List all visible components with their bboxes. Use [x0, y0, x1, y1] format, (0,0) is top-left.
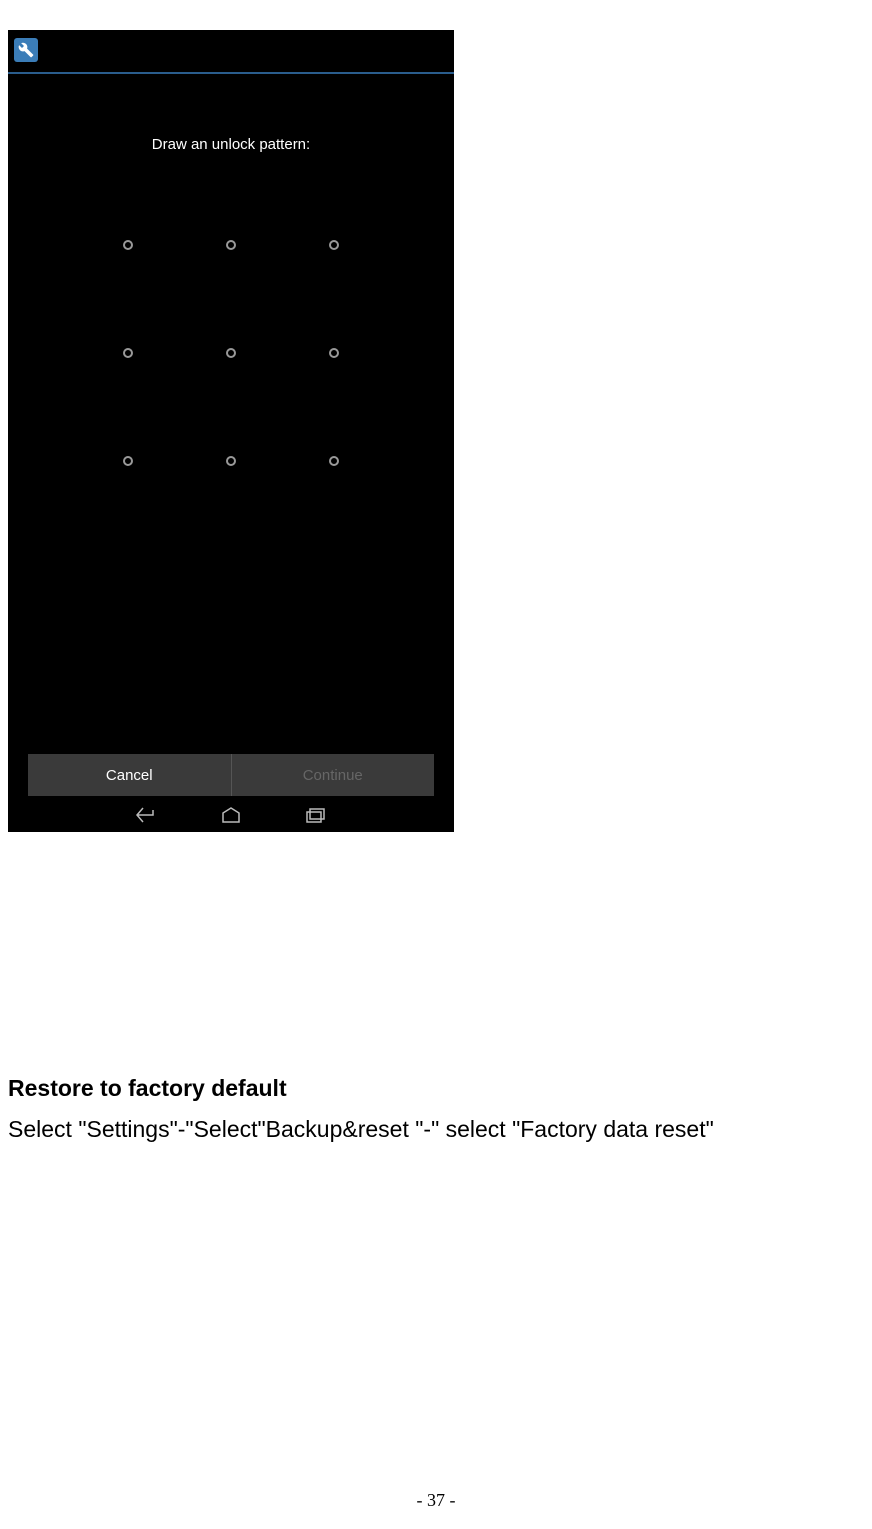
- page-number: - 37 -: [0, 1490, 872, 1511]
- button-bar: Cancel Continue: [28, 754, 434, 796]
- pattern-dot[interactable]: [123, 456, 133, 466]
- cancel-button[interactable]: Cancel: [28, 754, 231, 796]
- wrench-icon: [14, 38, 38, 62]
- pattern-dot[interactable]: [226, 456, 236, 466]
- screen-title: Choose your pattern: [48, 41, 193, 59]
- pattern-dot[interactable]: [226, 240, 236, 250]
- screen-header: Choose your pattern: [8, 30, 454, 74]
- home-icon[interactable]: [219, 806, 243, 824]
- pattern-dot[interactable]: [226, 348, 236, 358]
- pattern-dot[interactable]: [123, 348, 133, 358]
- pattern-dot[interactable]: [329, 240, 339, 250]
- continue-button: Continue: [232, 754, 435, 796]
- android-screenshot: Choose your pattern Draw an unlock patte…: [8, 30, 454, 832]
- pattern-dot[interactable]: [329, 348, 339, 358]
- pattern-dot[interactable]: [329, 456, 339, 466]
- document-heading: Restore to factory default: [8, 1075, 287, 1102]
- android-nav-bar: [8, 798, 454, 832]
- instruction-text: Draw an unlock pattern:: [8, 136, 454, 153]
- back-icon[interactable]: [135, 806, 159, 824]
- document-body: Select "Settings"-"Select"Backup&reset "…: [8, 1116, 714, 1143]
- pattern-grid[interactable]: [111, 233, 351, 473]
- pattern-dot[interactable]: [123, 240, 133, 250]
- recent-apps-icon[interactable]: [303, 806, 327, 824]
